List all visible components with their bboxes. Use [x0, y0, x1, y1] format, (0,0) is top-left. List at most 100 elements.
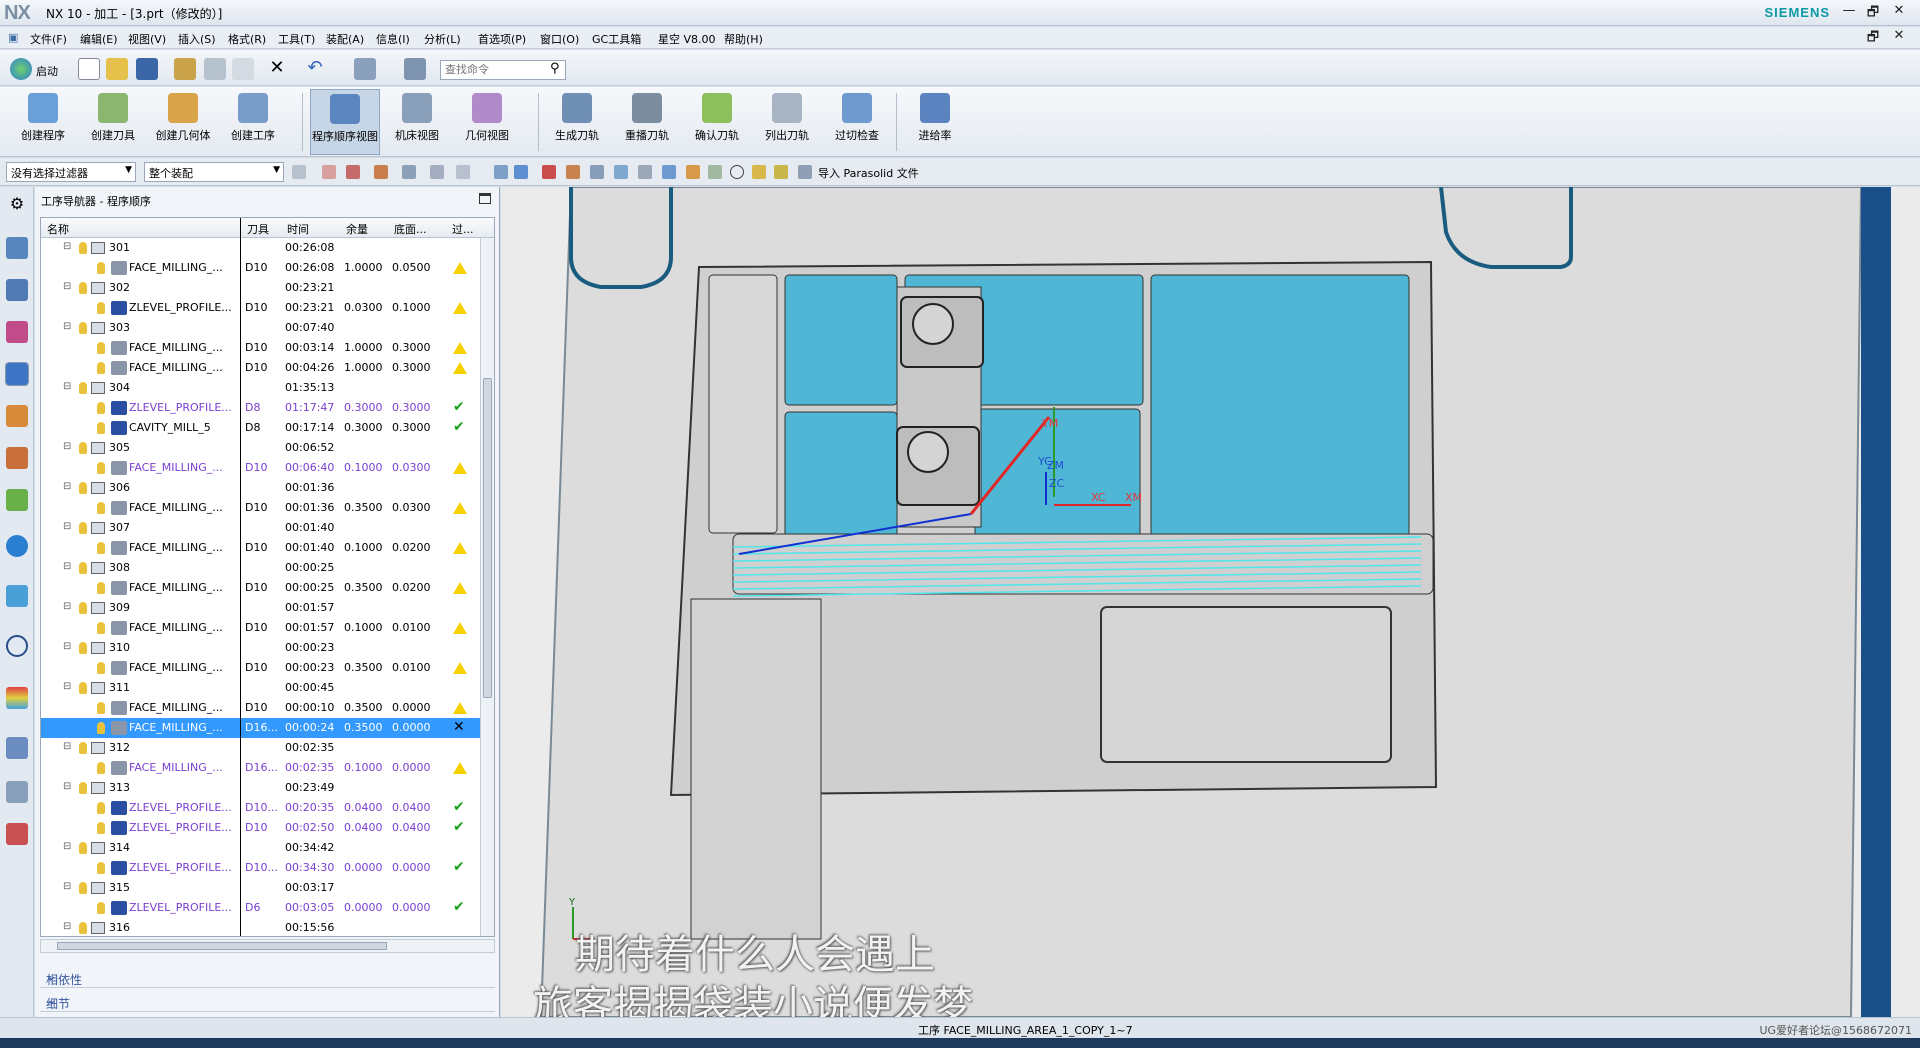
- process-studio-icon[interactable]: [6, 737, 28, 759]
- open-folder-icon[interactable]: [106, 58, 128, 80]
- new-file-icon[interactable]: [78, 58, 100, 80]
- program-group-row[interactable]: ⊟ 307 00:01:40: [41, 518, 481, 538]
- cut-icon[interactable]: [174, 58, 196, 80]
- import-parasolid-icon[interactable]: [798, 165, 812, 179]
- delete-icon[interactable]: ✕: [266, 58, 288, 80]
- menu-xingkong[interactable]: 星空 V8.00: [658, 31, 716, 47]
- reference-icon[interactable]: [662, 165, 676, 179]
- feed-rate-button[interactable]: 进给率: [904, 89, 966, 155]
- filter-option-icon[interactable]: [292, 165, 306, 179]
- collapse-toggle[interactable]: ⊟: [63, 921, 71, 932]
- program-group-row[interactable]: ⊟ 302 00:23:21: [41, 278, 481, 298]
- program-group-row[interactable]: ⊟ 312 00:02:35: [41, 738, 481, 758]
- snap-view-icon[interactable]: [354, 58, 376, 80]
- operation-navigator-icon[interactable]: [5, 362, 29, 386]
- program-group-row[interactable]: ⊟ 311 00:00:45: [41, 678, 481, 698]
- create-geometry-button[interactable]: 创建几何体: [150, 89, 216, 155]
- operation-row[interactable]: FACE_MILLING_... D10 00:26:08 1.0000 0.0500: [41, 258, 481, 278]
- collapse-toggle[interactable]: ⊟: [63, 281, 71, 292]
- gouge-check-button[interactable]: 过切检查: [826, 89, 888, 155]
- operation-row[interactable]: FACE_MILLING_... D10 00:01:40 0.1000 0.0200: [41, 538, 481, 558]
- selection-filter-dropdown[interactable]: 没有选择过滤器 ▼: [6, 162, 136, 182]
- operation-row[interactable]: FACE_MILLING_... D10 00:00:25 0.3500 0.0200: [41, 578, 481, 598]
- start-label[interactable]: 启动: [36, 63, 58, 79]
- collapse-toggle[interactable]: ⊟: [63, 681, 71, 692]
- column-gouge[interactable]: 过...: [452, 221, 474, 237]
- menu-info[interactable]: 信息(I): [376, 31, 410, 47]
- search-icon[interactable]: ⚲: [550, 61, 560, 76]
- assembly-scope-dropdown[interactable]: 整个装配 ▼: [144, 162, 284, 182]
- generate-toolpath-button[interactable]: 生成刀轨: [546, 89, 608, 155]
- section-view-icon[interactable]: [542, 165, 556, 179]
- replay-toolpath-button[interactable]: 重播刀轨: [616, 89, 678, 155]
- collapse-toggle[interactable]: ⊟: [63, 561, 71, 572]
- menu-help[interactable]: 帮助(H): [724, 31, 763, 47]
- vertical-scrollbar[interactable]: [480, 238, 494, 936]
- dependencies-section[interactable]: 相依性 ⌄: [40, 968, 495, 988]
- copy-icon[interactable]: [204, 58, 226, 80]
- lasso-select-icon[interactable]: [456, 165, 470, 179]
- history-icon[interactable]: [6, 489, 28, 511]
- menu-window[interactable]: 窗口(O): [540, 31, 579, 47]
- app-menu-icon[interactable]: ▣: [8, 31, 18, 44]
- column-tool[interactable]: 刀具: [247, 221, 269, 237]
- operation-row[interactable]: FACE_MILLING_... D16... 00:00:24 0.3500 0.00…: [41, 718, 481, 738]
- menu-format[interactable]: 格式(R): [228, 31, 266, 47]
- operation-row[interactable]: ZLEVEL_PROFILE... D8 01:17:47 0.3000 0.3000 ✔: [41, 398, 481, 418]
- collapse-toggle[interactable]: ⊟: [63, 601, 71, 612]
- horizontal-scrollbar[interactable]: [40, 939, 495, 953]
- minimize-button[interactable]: —: [1838, 3, 1860, 21]
- operation-row[interactable]: ZLEVEL_PROFILE... D6 00:03:05 0.0000 0.0000 ✔: [41, 898, 481, 918]
- operation-row[interactable]: ZLEVEL_PROFILE... D10... 00:20:35 0.0400 0.0…: [41, 798, 481, 818]
- start-icon[interactable]: [10, 58, 32, 80]
- operation-row[interactable]: FACE_MILLING_... D10 00:00:10 0.3500 0.0000: [41, 698, 481, 718]
- collapse-toggle[interactable]: ⊟: [63, 521, 71, 532]
- touch-mode-icon[interactable]: [404, 58, 426, 80]
- column-stock[interactable]: 余量: [346, 221, 368, 237]
- scroll-thumb[interactable]: [483, 378, 492, 698]
- collapse-toggle[interactable]: ⊟: [63, 441, 71, 452]
- program-group-row[interactable]: ⊟ 314 00:34:42: [41, 838, 481, 858]
- geometry-view-button[interactable]: 几何视图: [456, 89, 518, 155]
- collapse-toggle[interactable]: ⊟: [63, 841, 71, 852]
- program-group-row[interactable]: ⊟ 306 00:01:36: [41, 478, 481, 498]
- menu-preferences[interactable]: 首选项(P): [478, 31, 526, 47]
- select-all-icon[interactable]: [322, 165, 336, 179]
- create-tool-button[interactable]: 创建刀具: [82, 89, 144, 155]
- command-search-input[interactable]: [440, 60, 566, 80]
- program-group-row[interactable]: ⊟ 301 00:26:08: [41, 238, 481, 258]
- restore-button[interactable]: 🗗: [1862, 3, 1884, 21]
- operation-row[interactable]: FACE_MILLING_... D10 00:00:23 0.3500 0.0100: [41, 658, 481, 678]
- info-icon[interactable]: [6, 535, 28, 557]
- shaded-view-icon[interactable]: [494, 165, 508, 179]
- program-group-row[interactable]: ⊟ 308 00:00:25: [41, 558, 481, 578]
- verify-toolpath-button[interactable]: 确认刀轨: [686, 89, 748, 155]
- web-browser-icon[interactable]: [6, 585, 28, 607]
- system-material-icon[interactable]: [6, 823, 28, 845]
- sketch-icon[interactable]: [686, 165, 700, 179]
- menu-file[interactable]: 文件(F): [30, 31, 67, 47]
- collapse-toggle[interactable]: ⊟: [63, 641, 71, 652]
- doc-restore-button[interactable]: 🗗: [1862, 28, 1884, 46]
- part-navigator-icon[interactable]: [6, 321, 28, 343]
- collapse-toggle[interactable]: ⊟: [63, 741, 71, 752]
- create-operation-button[interactable]: 创建工序: [222, 89, 284, 155]
- column-floor-stock[interactable]: 底面...: [394, 221, 427, 237]
- operation-row[interactable]: ZLEVEL_PROFILE... D10 00:02:50 0.0400 0.0400…: [41, 818, 481, 838]
- circle-icon[interactable]: [730, 165, 744, 179]
- constraint-navigator-icon[interactable]: [6, 279, 28, 301]
- measure-icon[interactable]: [638, 165, 652, 179]
- collapse-toggle[interactable]: ⊟: [63, 881, 71, 892]
- operation-row[interactable]: ZLEVEL_PROFILE... D10... 00:34:30 0.0000 0.0…: [41, 858, 481, 878]
- collapse-toggle[interactable]: ⊟: [63, 481, 71, 492]
- doc-close-button[interactable]: ✕: [1888, 28, 1910, 46]
- menu-analysis[interactable]: 分析(L): [424, 31, 461, 47]
- program-group-row[interactable]: ⊟ 305 00:06:52: [41, 438, 481, 458]
- graphics-viewport[interactable]: YM YC ZM ZC XC XM Y 期待着什么人会遇上 旅客揭揭袋装小说便发…: [501, 187, 1920, 1017]
- roles-icon[interactable]: [6, 781, 28, 803]
- menu-tools[interactable]: 工具(T): [278, 31, 315, 47]
- program-group-row[interactable]: ⊟ 310 00:00:23: [41, 638, 481, 658]
- cube-view-icon[interactable]: [514, 165, 528, 179]
- layer-icon[interactable]: [566, 165, 580, 179]
- reuse-library-icon[interactable]: [6, 447, 28, 469]
